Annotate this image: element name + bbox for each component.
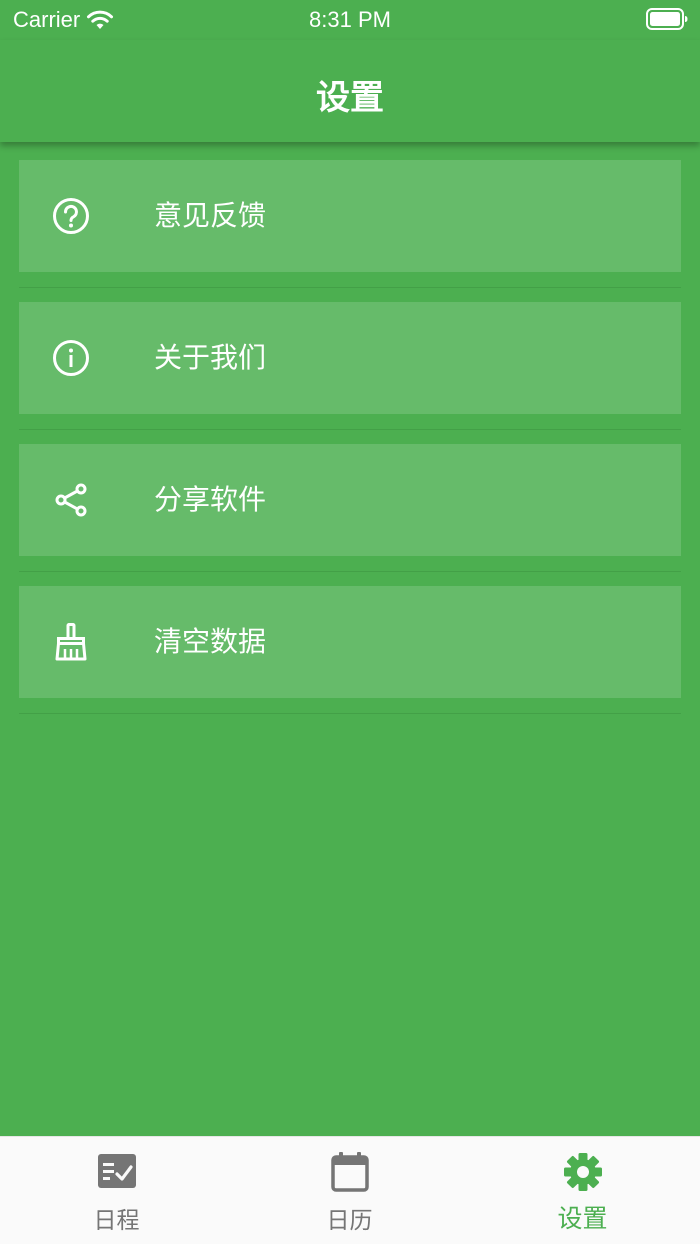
list-divider	[19, 429, 681, 430]
status-time: 8:31 PM	[309, 7, 391, 32]
settings-item-clear-data[interactable]: 清空数据	[19, 586, 681, 698]
settings-item-label: 意见反馈	[154, 199, 267, 232]
settings-item-about[interactable]: 关于我们	[19, 302, 681, 414]
tab-schedule[interactable]: 日程	[0, 1137, 233, 1244]
settings-item-label: 分享软件	[154, 483, 267, 516]
list-divider	[19, 713, 681, 714]
settings-item-label: 关于我们	[154, 341, 267, 374]
settings-item-share[interactable]: 分享软件	[19, 444, 681, 556]
list-divider	[19, 571, 681, 572]
tab-label: 日程	[93, 1208, 140, 1234]
tab-label: 日历	[326, 1208, 373, 1234]
app-bar: 设置	[0, 40, 700, 142]
battery-icon	[646, 8, 688, 30]
info-icon	[53, 340, 89, 376]
app-screen: Carrier 8:31 PM 设置 意见反馈 关于我们 分享软件 清空数据 日…	[0, 0, 700, 1244]
share-icon	[55, 483, 87, 517]
calendar-icon	[331, 1152, 369, 1192]
tab-calendar[interactable]: 日历	[233, 1137, 466, 1244]
schedule-list-icon	[98, 1154, 136, 1188]
list-divider	[19, 287, 681, 288]
tab-settings[interactable]: 设置	[466, 1137, 699, 1244]
tab-label: 设置	[557, 1204, 608, 1233]
gear-icon	[564, 1153, 602, 1191]
help-circle-icon	[53, 198, 89, 234]
bottom-navigation: 日程 日历 设置	[0, 1136, 700, 1244]
page-title: 设置	[316, 78, 384, 118]
status-bar: Carrier 8:31 PM	[0, 0, 700, 40]
settings-item-label: 清空数据	[154, 625, 267, 658]
broom-icon	[55, 623, 87, 661]
settings-item-feedback[interactable]: 意见反馈	[19, 160, 681, 272]
